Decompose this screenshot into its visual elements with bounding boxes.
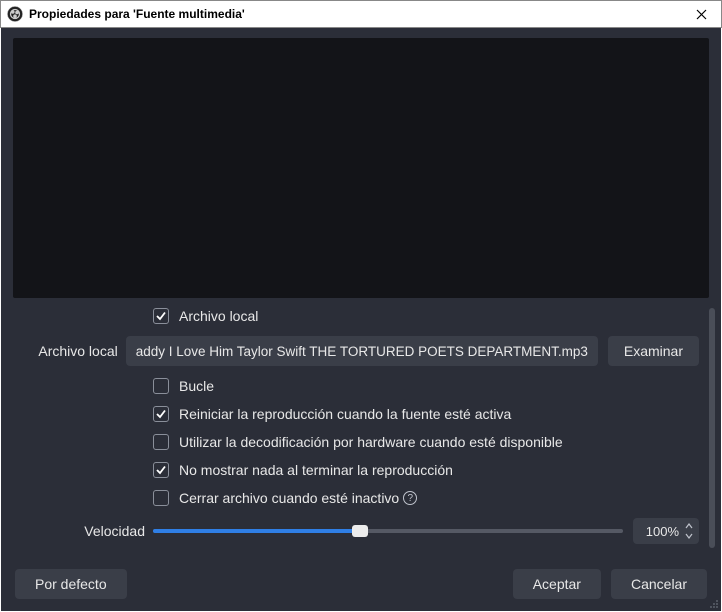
titlebar: Propiedades para 'Fuente multimedia' bbox=[0, 0, 722, 28]
loop-checkbox[interactable] bbox=[153, 378, 169, 394]
resize-grip-icon[interactable] bbox=[707, 597, 719, 609]
file-path-field[interactable]: addy I Love Him Taylor Swift THE TORTURE… bbox=[126, 336, 598, 366]
preview-area bbox=[13, 38, 709, 298]
speed-slider[interactable] bbox=[153, 523, 623, 539]
local-file-label[interactable]: Archivo local bbox=[179, 308, 258, 324]
speed-value: 100% bbox=[643, 524, 679, 539]
ok-button[interactable]: Aceptar bbox=[513, 569, 601, 599]
obs-icon bbox=[7, 6, 23, 22]
file-path-value: addy I Love Him Taylor Swift THE TORTURE… bbox=[136, 344, 588, 359]
file-field-label: Archivo local bbox=[23, 343, 126, 359]
hardware-decode-checkbox[interactable] bbox=[153, 434, 169, 450]
checkmark-icon bbox=[155, 464, 167, 476]
spin-down-button[interactable] bbox=[683, 531, 695, 541]
restart-label[interactable]: Reiniciar la reproducción cuando la fuen… bbox=[179, 406, 511, 422]
checkmark-icon bbox=[155, 408, 167, 420]
hide-when-done-checkbox[interactable] bbox=[153, 462, 169, 478]
cancel-button[interactable]: Cancelar bbox=[611, 569, 707, 599]
hide-when-done-label[interactable]: No mostrar nada al terminar la reproducc… bbox=[179, 462, 453, 478]
close-button[interactable] bbox=[687, 0, 715, 28]
window-title: Propiedades para 'Fuente multimedia' bbox=[29, 7, 687, 21]
properties-panel: Archivo local Archivo local addy I Love … bbox=[1, 298, 721, 559]
speed-label: Velocidad bbox=[23, 523, 153, 539]
checkmark-icon bbox=[155, 310, 167, 322]
close-icon bbox=[696, 9, 707, 20]
local-file-checkbox[interactable] bbox=[153, 308, 169, 324]
chevron-up-icon bbox=[685, 523, 693, 529]
speed-spinbox[interactable]: 100% bbox=[633, 518, 699, 544]
close-inactive-label[interactable]: Cerrar archivo cuando esté inactivo ? bbox=[179, 490, 417, 506]
scrollbar[interactable] bbox=[709, 308, 715, 548]
hardware-decode-label[interactable]: Utilizar la decodificación por hardware … bbox=[179, 434, 563, 450]
chevron-down-icon bbox=[685, 533, 693, 539]
help-icon[interactable]: ? bbox=[403, 491, 417, 505]
defaults-button[interactable]: Por defecto bbox=[15, 569, 127, 599]
dialog-footer: Por defecto Aceptar Cancelar bbox=[1, 559, 721, 611]
close-inactive-checkbox[interactable] bbox=[153, 490, 169, 506]
loop-label[interactable]: Bucle bbox=[179, 378, 214, 394]
browse-button[interactable]: Examinar bbox=[608, 336, 699, 366]
spin-up-button[interactable] bbox=[683, 521, 695, 531]
restart-checkbox[interactable] bbox=[153, 406, 169, 422]
